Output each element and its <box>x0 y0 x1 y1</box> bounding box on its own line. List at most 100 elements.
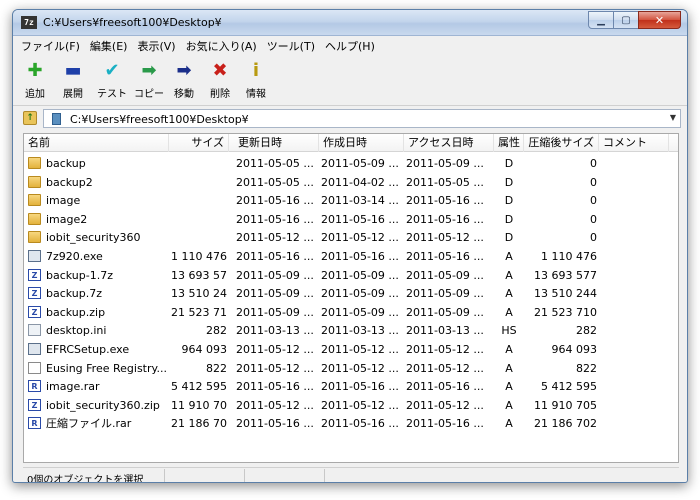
file-list[interactable]: 名前 サイズ 更新日時 作成日時 アクセス日時 属性 圧縮後サイズ コメント backup 20… <box>23 133 679 463</box>
cell-attributes: HS <box>501 324 517 338</box>
cell-name: Eusing Free Registry... <box>46 361 167 375</box>
cell-size: 21 186 702 <box>171 417 227 431</box>
delete-icon: ✖ <box>212 60 228 81</box>
cell-packed-size: 11 910 705 <box>534 398 597 412</box>
column-header-accessed[interactable]: アクセス日時 <box>404 134 494 152</box>
cell-attributes: A <box>505 380 513 394</box>
menu-view[interactable]: 表示(V) <box>137 38 175 54</box>
address-field[interactable]: C:¥Users¥freesoft100¥Desktop¥ ▼ <box>43 109 681 128</box>
cell-accessed: 2011-05-09 ... <box>406 157 484 170</box>
status-bar: 0個のオブジェクトを選択 <box>23 467 679 483</box>
cell-accessed: 2011-05-09 ... <box>406 268 484 282</box>
cell-name: backup.zip <box>46 305 106 319</box>
toolbar-move-button[interactable]: ➡ 移動 <box>169 60 199 100</box>
list-header: 名前 サイズ 更新日時 作成日時 アクセス日時 属性 圧縮後サイズ コメント <box>24 134 678 152</box>
table-row[interactable]: Zbackup.7z 13 510 244 2011-05-09 ... 2011-0… <box>24 284 678 303</box>
cell-size: 5 412 595 <box>171 380 227 394</box>
minimize-button[interactable]: ▁ <box>588 11 614 29</box>
table-row[interactable]: Eusing Free Registry... 822 2011-05-12 ...… <box>24 359 678 378</box>
cell-modified: 2011-05-12 ... <box>236 361 314 375</box>
cell-packed-size: 0 <box>590 194 597 208</box>
cell-packed-size: 964 093 <box>551 343 598 356</box>
archive-icon: R <box>28 417 41 430</box>
cell-created: 2011-05-09 ... <box>321 305 399 319</box>
cell-name: iobit_security360.zip <box>46 398 160 412</box>
cell-attributes: A <box>505 268 513 282</box>
toolbar-info-button[interactable]: i 情報 <box>241 60 271 100</box>
table-row[interactable]: Zbackup-1.7z 13 693 577 2011-05-09 ... 2011… <box>24 266 678 285</box>
chevron-down-icon[interactable]: ▼ <box>670 113 676 122</box>
toolbar-test-button[interactable]: ✔ テスト <box>95 60 129 100</box>
cell-name: backup.7z <box>46 287 103 301</box>
toolbar-extract-button[interactable]: ▬ 展開 <box>57 60 89 100</box>
status-text: 0個のオブジェクトを選択 <box>27 475 144 483</box>
column-header-packed-size[interactable]: 圧縮後サイズ <box>524 134 599 152</box>
cell-modified: 2011-05-09 ... <box>236 287 314 301</box>
archive-path-icon <box>52 113 61 125</box>
cell-accessed: 2011-05-05 ... <box>406 175 484 189</box>
column-header-size[interactable]: サイズ <box>169 134 229 152</box>
cell-created: 2011-05-16 ... <box>321 417 399 431</box>
table-row[interactable]: image2 2011-05-16 ... 2011-05-16 ... 2011-0… <box>24 210 678 229</box>
cell-attributes: D <box>504 194 514 208</box>
cell-accessed: 2011-05-16 ... <box>406 212 484 226</box>
menu-bar: ファイル(F) 編集(E) 表示(V) お気に入り(A) ツール(T) ヘルプ(… <box>13 36 687 56</box>
menu-edit[interactable]: 編集(E) <box>90 38 128 54</box>
cell-attributes: A <box>505 250 513 263</box>
table-row[interactable]: iobit_security360 2011-05-12 ... 2011-05-1… <box>24 228 678 247</box>
cell-size <box>171 173 227 191</box>
cell-packed-size: 21 186 702 <box>534 417 597 431</box>
cell-attributes: A <box>505 361 513 375</box>
menu-help[interactable]: ヘルプ(H) <box>325 38 375 54</box>
toolbar-copy-button[interactable]: ➡ コピー <box>131 60 167 100</box>
toolbar-label: コピー <box>134 89 164 100</box>
maximize-button[interactable]: ▢ <box>613 11 639 29</box>
title-bar[interactable]: 7z C:¥Users¥freesoft100¥Desktop¥ ▁ ▢ ✕ <box>13 10 687 36</box>
table-row[interactable]: Ziobit_security360.zip 11 910 705 2011-05-… <box>24 396 678 415</box>
cell-accessed: 2011-05-16 ... <box>406 194 484 208</box>
cell-accessed: 2011-05-12 ... <box>406 343 484 356</box>
menu-favorites[interactable]: お気に入り(A) <box>186 38 257 54</box>
table-row[interactable]: backup2 2011-05-05 ... 2011-04-02 ... 2011-… <box>24 173 678 192</box>
column-header-comment[interactable]: コメント <box>599 134 669 152</box>
cell-size <box>171 191 227 209</box>
menu-file[interactable]: ファイル(F) <box>21 38 80 54</box>
column-header-label: サイズ <box>191 136 224 149</box>
toolbar-label: 移動 <box>174 89 194 100</box>
toolbar-label: 展開 <box>63 89 83 100</box>
table-row[interactable]: R 圧縮ファイル.rar 21 186 702 2011-05-16 ... 2011-… <box>24 414 678 433</box>
cell-attributes: A <box>505 287 513 301</box>
table-row[interactable]: Zbackup.zip 21 523 710 2011-05-09 ... 2011-… <box>24 303 678 322</box>
column-header-modified[interactable]: 更新日時 <box>234 134 319 152</box>
column-header-label: アクセス日時 <box>408 136 474 149</box>
toolbar-delete-button[interactable]: ✖ 削除 <box>205 60 235 100</box>
column-header-created[interactable]: 作成日時 <box>319 134 404 152</box>
column-header-name[interactable]: 名前 <box>24 134 169 152</box>
table-row[interactable]: 7z920.exe 1 110 476 2011-05-16 ... 2011-05-… <box>24 247 678 266</box>
app-icon: 7z <box>21 16 37 29</box>
cell-name: desktop.ini <box>46 324 107 338</box>
table-row[interactable]: Rimage.rar 5 412 595 2011-05-16 ... 2011-05… <box>24 377 678 396</box>
table-row[interactable]: desktop.ini 282 2011-03-13 ... 2011-03-13 .… <box>24 321 678 340</box>
toolbar-label: テスト <box>97 89 127 100</box>
app-window: 7z C:¥Users¥freesoft100¥Desktop¥ ▁ ▢ ✕ フ… <box>12 9 688 483</box>
toolbar: ✚ 追加 ▬ 展開 ✔ テスト ➡ コピー ➡ 移動 ✖ 削除 i 情報 <box>13 56 687 106</box>
cell-name: image2 <box>46 212 88 226</box>
toolbar-add-button[interactable]: ✚ 追加 <box>19 60 51 100</box>
up-folder-icon[interactable]: ↑ <box>23 111 37 125</box>
table-row[interactable]: EFRCSetup.exe 964 093 2011-05-12 ... 2011-0… <box>24 340 678 359</box>
cell-attributes: A <box>505 398 513 412</box>
table-row[interactable]: backup 2011-05-05 ... 2011-05-09 ... 2011-0… <box>24 154 678 173</box>
cell-accessed: 2011-05-16 ... <box>406 417 484 431</box>
menu-tools[interactable]: ツール(T) <box>267 38 315 54</box>
settings-file-icon <box>28 324 41 337</box>
table-row[interactable]: image 2011-05-16 ... 2011-03-14 ... 2011-05… <box>24 191 678 210</box>
close-button[interactable]: ✕ <box>638 11 681 29</box>
column-header-attributes[interactable]: 属性 <box>494 134 524 152</box>
folder-icon <box>28 194 41 207</box>
cell-name: EFRCSetup.exe <box>46 343 130 356</box>
cell-packed-size: 0 <box>590 157 597 170</box>
cell-size <box>171 154 227 172</box>
cell-created: 2011-05-16 ... <box>321 250 399 263</box>
cell-name: 圧縮ファイル.rar <box>46 417 132 431</box>
